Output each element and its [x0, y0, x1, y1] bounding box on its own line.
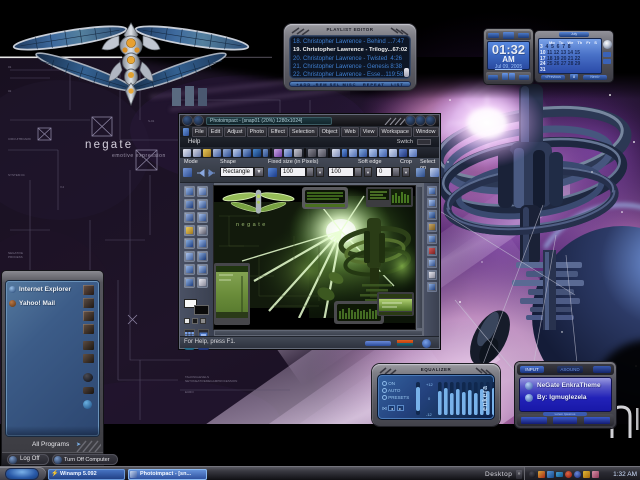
svg-text:V.2: V.2: [60, 185, 65, 189]
svg-text:emotive expression: emotive expression: [112, 153, 166, 159]
svg-text:S-01: S-01: [148, 119, 155, 123]
svg-text:NETONEATIVEMEGAMPROCESSION: NETONEATIVEMEGAMPROCESSION: [185, 379, 237, 383]
svg-text:negate: negate: [236, 222, 268, 228]
svg-text:CIRCUITBOARD: CIRCUITBOARD: [8, 137, 32, 141]
svg-text:0: 0: [428, 396, 431, 401]
svg-text:SYSTEM 04: SYSTEM 04: [8, 173, 25, 177]
svg-text:PROCESS: PROCESS: [8, 255, 23, 259]
svg-text:EURO: EURO: [185, 390, 194, 394]
svg-text:negate: negate: [85, 139, 133, 151]
svg-text:-12: -12: [426, 412, 433, 417]
svg-text:+12: +12: [426, 382, 434, 387]
